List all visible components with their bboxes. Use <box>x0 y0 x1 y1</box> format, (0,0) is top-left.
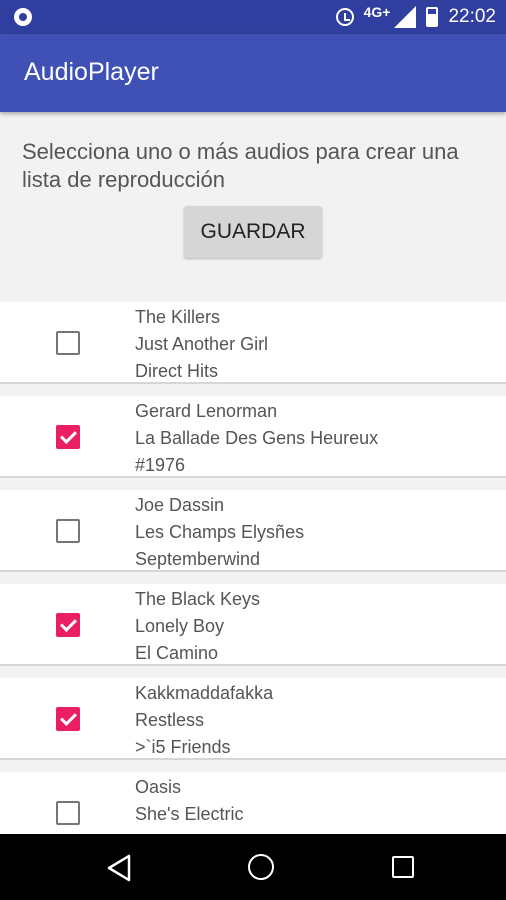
network-type: 4G+ <box>363 4 391 20</box>
song-row[interactable]: Oasis She's Electric <box>0 772 506 834</box>
song-album: Direct Hits <box>135 361 219 381</box>
save-button[interactable]: GUARDAR <box>184 206 322 258</box>
status-bar: 4G+ 22:02 <box>0 0 506 34</box>
song-info: Kakkmaddafakka Restless >`i5 Friends <box>135 680 273 761</box>
intro-text: Selecciona uno o más audios para crear u… <box>22 139 459 192</box>
song-checkbox[interactable] <box>56 331 80 355</box>
status-icons: 4G+ 22:02 <box>335 0 496 34</box>
song-info: Joe Dassin Les Champs Elysñes Septemberw… <box>135 492 304 573</box>
song-album: >`i5 Friends <box>135 737 231 757</box>
song-checkbox[interactable] <box>56 707 80 731</box>
song-artist: Oasis <box>135 777 182 797</box>
song-row[interactable]: Kakkmaddafakka Restless >`i5 Friends <box>0 678 506 760</box>
app-title: AudioPlayer <box>24 58 159 86</box>
song-info: Oasis She's Electric <box>135 774 243 828</box>
song-checkbox[interactable] <box>56 425 80 449</box>
song-checkbox[interactable] <box>56 801 80 825</box>
song-title: La Ballade Des Gens Heureux <box>135 428 379 448</box>
navigation-bar <box>0 834 506 900</box>
song-row[interactable]: Gerard Lenorman La Ballade Des Gens Heur… <box>0 396 506 478</box>
song-info: Gerard Lenorman La Ballade Des Gens Heur… <box>135 398 378 479</box>
song-row[interactable]: The Killers Just Another Girl Direct Hit… <box>0 302 506 384</box>
song-album: Septemberwind <box>135 549 261 569</box>
song-checkbox[interactable] <box>56 519 80 543</box>
signal-icon <box>394 6 417 28</box>
notification-icon <box>14 8 32 26</box>
song-checkbox[interactable] <box>56 613 80 637</box>
song-info: The Black Keys Lonely Boy El Camino <box>135 586 260 667</box>
app-bar: AudioPlayer <box>0 34 506 112</box>
song-row[interactable]: The Black Keys Lonely Boy El Camino <box>0 584 506 666</box>
song-title: Les Champs Elysñes <box>135 522 305 542</box>
song-artist: Kakkmaddafakka <box>135 683 274 703</box>
home-icon[interactable] <box>248 854 274 880</box>
song-artist: Joe Dassin <box>135 495 225 515</box>
song-list[interactable]: The Killers Just Another Girl Direct Hit… <box>0 302 506 834</box>
song-title: Lonely Boy <box>135 616 225 636</box>
song-artist: Gerard Lenorman <box>135 401 278 421</box>
song-album: El Camino <box>135 643 219 663</box>
song-row[interactable]: Joe Dassin Les Champs Elysñes Septemberw… <box>0 490 506 572</box>
status-clock: 22:02 <box>448 6 496 27</box>
battery-icon <box>426 7 439 27</box>
song-album: #1976 <box>135 455 186 475</box>
recents-icon[interactable] <box>392 856 414 878</box>
back-icon[interactable] <box>106 854 132 882</box>
song-artist: The Killers <box>135 307 221 327</box>
alarm-icon <box>335 8 354 26</box>
song-artist: The Black Keys <box>135 589 261 609</box>
song-title: Restless <box>135 710 205 730</box>
song-title: Just Another Girl <box>135 334 269 354</box>
song-title: She's Electric <box>135 804 244 824</box>
song-info: The Killers Just Another Girl Direct Hit… <box>135 304 268 385</box>
